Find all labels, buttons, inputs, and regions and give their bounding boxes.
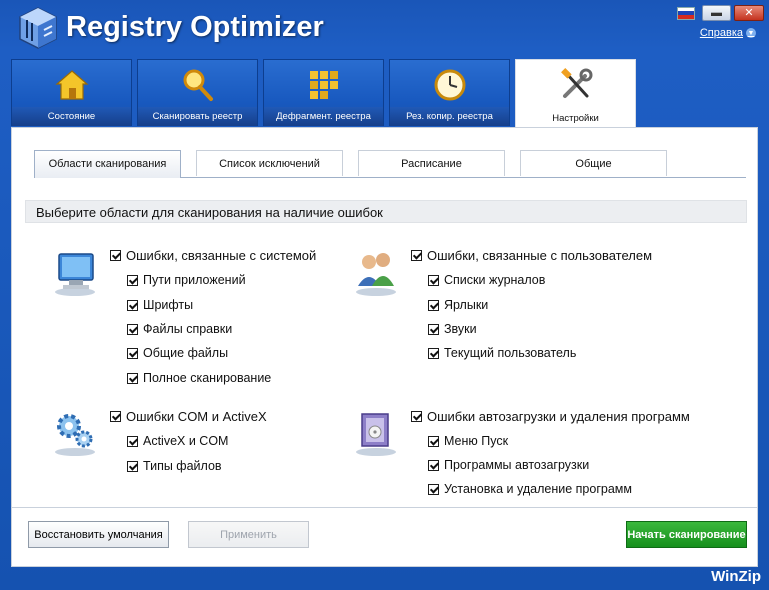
help-label: Справка [699, 27, 743, 39]
checkbox-label: Ошибки, связанные с системой [126, 248, 317, 263]
app-window: Registry Optimizer ▬ ✕ Справка ▼ Состоян… [0, 0, 769, 590]
close-icon: ✕ [744, 6, 754, 19]
checkbox-row[interactable]: Файлы справки [127, 322, 232, 336]
checkbox-label: Ошибки автозагрузки и удаления программ [427, 409, 690, 424]
tab-scan-registry[interactable]: Сканировать реестр [137, 59, 258, 126]
restore-defaults-button[interactable]: Восстановить умолчания [28, 521, 169, 548]
tab-settings[interactable]: Настройки [515, 59, 636, 128]
checkbox-row[interactable]: Программы автозагрузки [428, 458, 589, 472]
tab-label: Дефрагмент. реестра [264, 107, 383, 126]
tab-backup[interactable]: Рез. копир. реестра [389, 59, 510, 126]
checkbox-checked[interactable] [411, 250, 422, 261]
checkbox-label: Текущий пользователь [444, 346, 577, 360]
app-title: Registry Optimizer [66, 11, 324, 43]
subtab-general[interactable]: Общие [520, 150, 667, 176]
checkbox-checked[interactable] [127, 372, 138, 384]
checkbox-checked[interactable] [428, 347, 439, 359]
settings-subtab-bar: Области сканирования Список исключений Р… [34, 149, 746, 178]
checkbox-checked[interactable] [127, 299, 138, 311]
checkbox-label: Звуки [444, 322, 477, 336]
checkbox-label: Пути приложений [143, 273, 246, 287]
checkbox-checked[interactable] [127, 460, 138, 472]
minimize-button[interactable]: ▬ [702, 5, 731, 21]
tab-label: Сканировать реестр [138, 107, 257, 126]
checkbox-label: Общие файлы [143, 346, 229, 360]
gears-icon [55, 414, 95, 456]
close-button[interactable]: ✕ [734, 5, 764, 21]
tools-icon [560, 68, 592, 98]
tab-label: Рез. копир. реестра [390, 107, 509, 126]
minimize-icon: ▬ [711, 6, 722, 19]
divider [11, 507, 758, 508]
checkbox-row[interactable]: Пути приложений [127, 273, 246, 287]
tab-status[interactable]: Состояние [11, 59, 132, 126]
settings-panel: Области сканирования Список исключений Р… [11, 127, 758, 567]
checkbox-row[interactable]: Типы файлов [127, 459, 222, 473]
checkbox-label: Ошибки, связанные с пользователем [427, 248, 653, 263]
checkbox-label: Установка и удаление программ [444, 482, 632, 496]
checkbox-checked[interactable] [428, 323, 439, 335]
checkbox-checked[interactable] [428, 483, 439, 495]
checkbox-row[interactable]: Ошибки автозагрузки и удаления программ [411, 409, 690, 424]
tab-defrag[interactable]: Дефрагмент. реестра [263, 59, 384, 126]
magnifier-icon [183, 69, 213, 101]
checkbox-checked[interactable] [110, 250, 121, 261]
install-box-icon [356, 413, 396, 456]
checkbox-checked[interactable] [411, 411, 422, 422]
checkbox-checked[interactable] [127, 323, 138, 335]
checkbox-label: Списки журналов [444, 273, 546, 287]
subtab-exclusions[interactable]: Список исключений [196, 150, 343, 176]
apply-button[interactable]: Применить [188, 521, 309, 548]
computer-icon [55, 253, 95, 296]
checkbox-label: Файлы справки [143, 322, 233, 336]
language-flag-icon[interactable] [677, 6, 695, 20]
start-scan-button[interactable]: Начать сканирование [626, 521, 747, 548]
section-title: Выберите области для сканирования на нал… [25, 200, 747, 223]
checkbox-row[interactable]: Текущий пользователь [428, 346, 576, 360]
backup-clock-icon [434, 69, 465, 101]
checkbox-label: Ярлыки [444, 298, 489, 312]
subtab-schedule[interactable]: Расписание [358, 150, 505, 176]
checkbox-label: Полное сканирование [143, 371, 272, 385]
checkbox-label: Шрифты [143, 298, 194, 312]
checkbox-row[interactable]: Меню Пуск [428, 434, 508, 448]
users-icon [356, 253, 396, 296]
checkbox-label: Типы файлов [143, 459, 222, 473]
checkbox-row[interactable]: ActiveX и COM [127, 434, 228, 448]
checkbox-checked[interactable] [127, 274, 138, 286]
checkbox-row[interactable]: Ошибки, связанные с пользователем [411, 248, 652, 263]
checkbox-row[interactable]: Ошибки COM и ActiveX [110, 409, 267, 424]
checkbox-row[interactable]: Списки журналов [428, 273, 545, 287]
registry-cube-logo-icon [19, 7, 57, 49]
chevron-down-icon: ▼ [746, 28, 756, 38]
checkbox-checked[interactable] [127, 347, 138, 359]
checkbox-row[interactable]: Установка и удаление программ [428, 482, 632, 496]
checkbox-label: Меню Пуск [444, 434, 509, 448]
checkbox-label: Ошибки COM и ActiveX [126, 409, 267, 424]
checkbox-checked[interactable] [428, 435, 439, 447]
checkbox-checked[interactable] [110, 411, 121, 422]
checkbox-label: Программы автозагрузки [444, 458, 590, 472]
checkbox-checked[interactable] [428, 299, 439, 311]
house-icon [54, 70, 89, 100]
checkbox-checked[interactable] [428, 459, 439, 471]
checkbox-row[interactable]: Ярлыки [428, 298, 488, 312]
defrag-blocks-icon [309, 71, 338, 99]
checkbox-row[interactable]: Полное сканирование [127, 371, 271, 385]
tab-label: Состояние [12, 107, 131, 126]
checkbox-row[interactable]: Общие файлы [127, 346, 228, 360]
checkbox-checked[interactable] [428, 274, 439, 286]
tab-label: Настройки [516, 109, 635, 128]
subtab-scan-areas[interactable]: Области сканирования [34, 150, 181, 178]
checkbox-row[interactable]: Шрифты [127, 298, 193, 312]
checkbox-label: ActiveX и COM [143, 434, 229, 448]
window-controls: ▬ ✕ [677, 5, 764, 21]
checkbox-checked[interactable] [127, 435, 138, 447]
checkbox-row[interactable]: Звуки [428, 322, 477, 336]
help-link[interactable]: Справка ▼ [700, 27, 756, 39]
brand-label: WinZip [711, 568, 761, 585]
checkbox-row[interactable]: Ошибки, связанные с системой [110, 248, 316, 263]
